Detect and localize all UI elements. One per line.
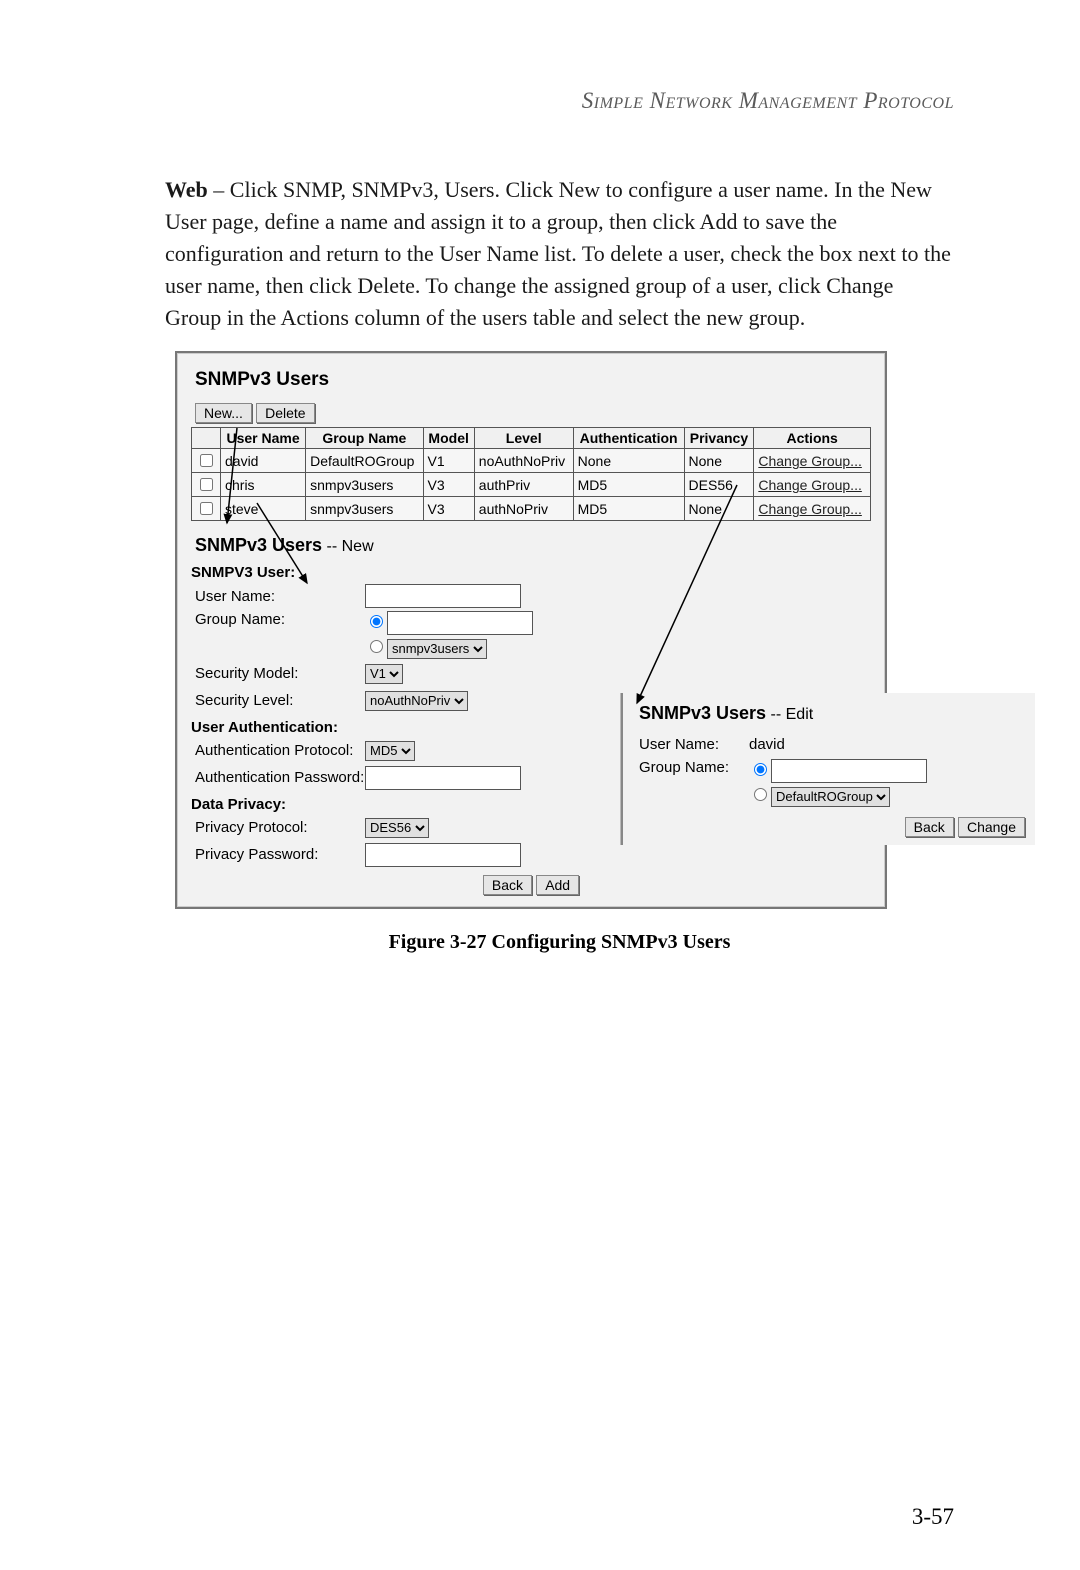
priv-pwd-input[interactable] xyxy=(365,843,521,867)
edit-group-select[interactable]: DefaultROGroup xyxy=(771,787,890,807)
sec-model-select[interactable]: V1 xyxy=(365,664,403,684)
group-name-label: Group Name: xyxy=(195,611,365,628)
cell-group: DefaultROGroup xyxy=(306,449,423,473)
cell-user: chris xyxy=(221,473,306,497)
cell-priv: None xyxy=(684,497,754,521)
table-row: chris snmpv3users V3 authPriv MD5 DES56 … xyxy=(192,473,871,497)
edit-group-input[interactable] xyxy=(771,759,927,783)
sec-level-select[interactable]: noAuthNoPriv xyxy=(365,691,468,711)
instruction-text: – Click SNMP, SNMPv3, Users. Click New t… xyxy=(165,177,951,330)
web-lead: Web xyxy=(165,177,208,202)
edit-user-panel: SNMPv3 Users -- Edit User Name: david Gr… xyxy=(621,693,1035,845)
cell-user: steve xyxy=(221,497,306,521)
change-group-link[interactable]: Change Group... xyxy=(758,501,862,517)
col-model: Model xyxy=(423,428,474,449)
new-panel-title: SNMPv3 Users -- New xyxy=(195,535,871,556)
change-button[interactable]: Change xyxy=(958,817,1025,837)
cell-group: snmpv3users xyxy=(306,497,423,521)
auth-pwd-input[interactable] xyxy=(365,766,521,790)
cell-level: authNoPriv xyxy=(474,497,573,521)
change-group-link[interactable]: Change Group... xyxy=(758,453,862,469)
edit-group-label: Group Name: xyxy=(639,759,749,776)
users-toolbar: New... Delete xyxy=(195,403,871,423)
group-radio-text[interactable] xyxy=(370,615,383,628)
page-header: Simple Network Management Protocol xyxy=(165,88,954,114)
sec-level-label: Security Level: xyxy=(195,692,365,709)
col-group: Group Name xyxy=(306,428,423,449)
cell-model: V3 xyxy=(423,473,474,497)
col-auth: Authentication xyxy=(573,428,684,449)
user-name-label: User Name: xyxy=(195,588,365,605)
edit-user-label: User Name: xyxy=(639,736,749,753)
screenshot: SNMPv3 Users New... Delete User Name Gro… xyxy=(175,351,887,909)
auth-pwd-label: Authentication Password: xyxy=(195,769,365,786)
user-name-input[interactable] xyxy=(365,584,521,608)
auth-proto-label: Authentication Protocol: xyxy=(195,742,365,759)
edit-back-button[interactable]: Back xyxy=(905,817,954,837)
col-actions: Actions xyxy=(754,428,871,449)
cell-model: V1 xyxy=(423,449,474,473)
cell-user: david xyxy=(221,449,306,473)
row-checkbox[interactable] xyxy=(200,478,213,491)
add-button[interactable]: Add xyxy=(536,875,579,895)
page-number: 3-57 xyxy=(912,1504,954,1530)
priv-pwd-label: Privacy Password: xyxy=(195,846,365,863)
edit-panel-title: SNMPv3 Users -- Edit xyxy=(639,703,1025,724)
table-row: steve snmpv3users V3 authNoPriv MD5 None… xyxy=(192,497,871,521)
group-name-input[interactable] xyxy=(387,611,533,635)
new-button[interactable]: New... xyxy=(195,403,252,423)
change-group-link[interactable]: Change Group... xyxy=(758,477,862,493)
table-row: david DefaultROGroup V1 noAuthNoPriv Non… xyxy=(192,449,871,473)
cell-group: snmpv3users xyxy=(306,473,423,497)
sec-model-label: Security Model: xyxy=(195,665,365,682)
cell-auth: None xyxy=(573,449,684,473)
section-user: SNMPV3 User: xyxy=(191,564,871,581)
delete-button[interactable]: Delete xyxy=(256,403,314,423)
users-table: User Name Group Name Model Level Authent… xyxy=(191,427,871,521)
figure-wrap: SNMPv3 Users New... Delete User Name Gro… xyxy=(165,351,954,954)
row-checkbox[interactable] xyxy=(200,502,213,515)
cell-level: authPriv xyxy=(474,473,573,497)
figure-caption: Figure 3-27 Configuring SNMPv3 Users xyxy=(165,931,954,954)
priv-proto-select[interactable]: DES56 xyxy=(365,818,429,838)
col-check xyxy=(192,428,221,449)
col-user: User Name xyxy=(221,428,306,449)
group-name-select[interactable]: snmpv3users xyxy=(387,639,487,659)
col-level: Level xyxy=(474,428,573,449)
cell-auth: MD5 xyxy=(573,497,684,521)
back-button[interactable]: Back xyxy=(483,875,532,895)
group-radio-select[interactable] xyxy=(370,640,383,653)
cell-auth: MD5 xyxy=(573,473,684,497)
edit-user-value: david xyxy=(749,736,785,753)
row-checkbox[interactable] xyxy=(200,454,213,467)
edit-group-radio-select[interactable] xyxy=(754,788,767,801)
cell-priv: DES56 xyxy=(684,473,754,497)
edit-group-radio-text[interactable] xyxy=(754,763,767,776)
priv-proto-label: Privacy Protocol: xyxy=(195,819,365,836)
cell-level: noAuthNoPriv xyxy=(474,449,573,473)
users-title: SNMPv3 Users xyxy=(195,369,871,391)
cell-priv: None xyxy=(684,449,754,473)
table-header-row: User Name Group Name Model Level Authent… xyxy=(192,428,871,449)
cell-model: V3 xyxy=(423,497,474,521)
auth-proto-select[interactable]: MD5 xyxy=(365,741,415,761)
col-priv: Privancy xyxy=(684,428,754,449)
instruction-paragraph: Web – Click SNMP, SNMPv3, Users. Click N… xyxy=(165,174,954,333)
